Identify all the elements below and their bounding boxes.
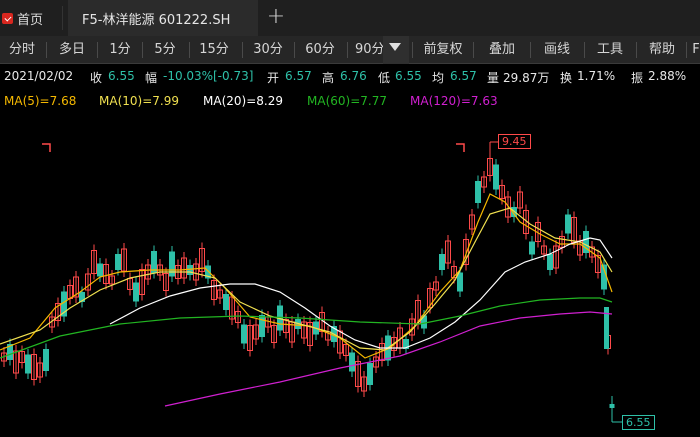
chevron-down-icon[interactable]: [389, 43, 401, 51]
volume-label: 量: [487, 71, 500, 85]
candle-body: [25, 354, 31, 374]
tools-button[interactable]: 工具: [587, 36, 633, 63]
tab-stock-label: F5-林洋能源 601222.SH: [82, 12, 231, 28]
tab-stock[interactable]: F5-林洋能源 601222.SH: [68, 0, 258, 36]
candle-body: [349, 352, 355, 372]
change-pct: -10.03%: [163, 69, 214, 83]
overlay-button[interactable]: 叠加: [476, 36, 528, 63]
amplitude-value: 2.88%: [648, 69, 687, 83]
toolbar-divider: [242, 42, 243, 58]
ma5-legend: MA(5)=7.68: [4, 94, 77, 108]
candle-body: [547, 254, 553, 270]
avg-label: 均: [432, 71, 445, 85]
high-marker: 9.45: [498, 134, 531, 149]
candle-body: [609, 404, 615, 408]
toolbar-divider: [294, 42, 295, 58]
ma120-legend: MA(120)=7.63: [410, 94, 498, 108]
open-value: 6.57: [285, 69, 312, 83]
period-1min-button[interactable]: 1分: [100, 36, 140, 63]
toolbar-divider: [189, 42, 190, 58]
turnover-value: 1.71%: [577, 69, 616, 83]
toolbar-divider: [636, 42, 637, 58]
close-value: 6.55: [108, 69, 135, 83]
toolbar-divider: [142, 42, 143, 58]
ma-legend: MA(5)=7.68 MA(10)=7.99 MA(20)=8.29 MA(60…: [0, 92, 700, 112]
change-label: 幅: [145, 71, 158, 85]
range-marker-icon: [456, 143, 465, 152]
draw-line-button[interactable]: 画线: [533, 36, 581, 63]
tab-divider: [62, 6, 63, 30]
candle-body: [241, 324, 247, 344]
low-label: 低: [378, 71, 391, 85]
ma10-legend: MA(10)=7.99: [99, 94, 179, 108]
change-abs: [-0.73]: [213, 69, 254, 83]
turnover-label: 换: [560, 71, 573, 85]
period-multiday-button[interactable]: 多日: [50, 36, 94, 63]
candle-body: [115, 254, 121, 270]
period-15min-button[interactable]: 15分: [191, 36, 237, 63]
toolbar-divider: [412, 42, 413, 58]
period-5min-button[interactable]: 5分: [145, 36, 185, 63]
toolbar-divider: [686, 42, 687, 58]
candlestick-chart[interactable]: [0, 112, 700, 437]
quote-date: 2021/02/02: [4, 69, 74, 83]
period-toolbar: 分时 多日 1分 5分 15分 30分 60分 90分 前复权 叠加 画线 工具…: [0, 36, 700, 64]
candle-body: [439, 254, 445, 270]
candle-body: [367, 363, 373, 385]
app-logo-icon: [2, 12, 13, 24]
candle-body: [97, 263, 103, 277]
volume-value: 29.87万: [503, 71, 550, 85]
ma20-line: [109, 237, 613, 349]
candle-body: [259, 315, 265, 337]
candle-body: [187, 265, 193, 275]
candle-body: [529, 241, 535, 255]
period-60min-button[interactable]: 60分: [297, 36, 343, 63]
toolbar-divider: [347, 42, 348, 58]
period-30min-button[interactable]: 30分: [245, 36, 291, 63]
ma60-legend: MA(60)=7.77: [307, 94, 387, 108]
period-intraday-button[interactable]: 分时: [0, 36, 44, 63]
candle-body: [223, 294, 229, 310]
toolbar-divider: [473, 42, 474, 58]
plus-icon[interactable]: +: [264, 4, 288, 30]
candle-body: [565, 214, 571, 234]
toolbar-divider: [584, 42, 585, 58]
quote-info-row: 2021/02/02 收 6.55 幅 -10.03% [-0.73] 开 6.…: [0, 66, 700, 88]
candle-body: [43, 349, 49, 371]
toolbar-divider: [530, 42, 531, 58]
range-marker-icon: [42, 143, 51, 152]
candle-body: [457, 272, 463, 292]
adjust-button[interactable]: 前复权: [416, 36, 470, 63]
toolbar-divider: [97, 42, 98, 58]
avg-value: 6.57: [450, 69, 477, 83]
amplitude-label: 振: [631, 71, 644, 85]
toolbar-divider: [46, 42, 47, 58]
candle-body: [151, 251, 157, 273]
tab-home[interactable]: 首页: [0, 0, 62, 36]
candle-body: [475, 181, 481, 203]
high-value: 6.76: [340, 69, 367, 83]
period-90min-button[interactable]: 90分: [351, 36, 387, 63]
open-label: 开: [267, 71, 280, 85]
candle-body: [493, 164, 499, 190]
tab-home-label: 首页: [17, 12, 44, 28]
candle-body: [133, 282, 139, 302]
help-button[interactable]: 帮助: [639, 36, 685, 63]
low-value: 6.55: [395, 69, 422, 83]
tab-bar: 首页 F5-林洋能源 601222.SH +: [0, 0, 700, 36]
last-close-marker: 6.55: [622, 415, 655, 430]
ma20-legend: MA(20)=8.29: [203, 94, 283, 108]
high-label: 高: [322, 71, 335, 85]
close-label: 收: [90, 71, 103, 85]
f-button[interactable]: F: [689, 36, 700, 63]
